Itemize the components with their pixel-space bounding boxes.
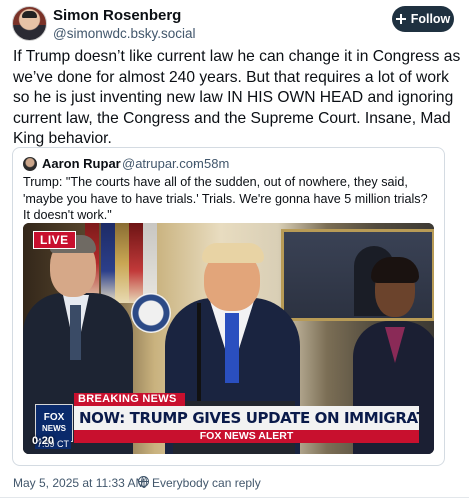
microphone (197, 303, 201, 403)
post-timestamp[interactable]: May 5, 2025 at 11:33 AM (13, 476, 146, 490)
quoted-author-name: Aaron Rupar (42, 156, 121, 171)
post-text: If Trump doesn’t like current law he can… (13, 48, 461, 147)
presidential-seal (131, 293, 171, 333)
speaker-hair (202, 243, 264, 263)
follow-button[interactable]: Follow (392, 6, 454, 32)
divider (0, 497, 469, 498)
globe-icon (138, 476, 149, 488)
fox-logo-line1: FOX (43, 412, 65, 423)
author-display-name[interactable]: Simon Rosenberg (53, 7, 181, 24)
post-card: Simon Rosenberg @simonwdc.bsky.social Fo… (0, 0, 469, 500)
post-header: Simon Rosenberg @simonwdc.bsky.social Fo… (12, 6, 457, 46)
video-playback-time: 0:20 (32, 435, 55, 447)
fox-logo-line2: NEWS (42, 424, 66, 433)
quoted-post[interactable]: Aaron Rupar @atrupar.com · 58m Trump: "T… (12, 147, 445, 466)
avatar-hair (22, 11, 37, 18)
flag-shape (101, 223, 115, 303)
flag-shape (143, 223, 157, 303)
quoted-post-time: 58m (204, 156, 230, 171)
follow-label: Follow (410, 12, 451, 26)
breaking-news-tag: BREAKING NEWS (74, 393, 185, 406)
fox-news-alert-bar: FOX NEWS ALERT (74, 430, 419, 443)
quoted-post-text: Trump: "The courts have all of the sudde… (23, 175, 428, 222)
dot-separator: · (193, 156, 198, 171)
flag-shape (115, 223, 129, 303)
person-left-tie (70, 305, 81, 360)
person-right-hair (371, 257, 419, 283)
author-handle[interactable]: @simonwdc.bsky.social (53, 26, 196, 41)
live-badge: LIVE (33, 231, 76, 249)
quoted-author-avatar (23, 157, 37, 171)
quoted-author-handle: @atrupar.com (122, 156, 204, 171)
author-avatar[interactable] (12, 6, 47, 41)
flag-shape (129, 223, 143, 303)
chyron-headline: NOW: TRUMP GIVES UPDATE ON IMMIGRATION C… (74, 406, 419, 430)
reply-setting: Everybody can reply (152, 476, 261, 490)
speaker-tie (225, 313, 239, 383)
plus-icon (395, 14, 406, 24)
video-player[interactable]: LIVE FOX NEWS BREAKING NEWS NOW: TRUMP G… (23, 223, 434, 454)
